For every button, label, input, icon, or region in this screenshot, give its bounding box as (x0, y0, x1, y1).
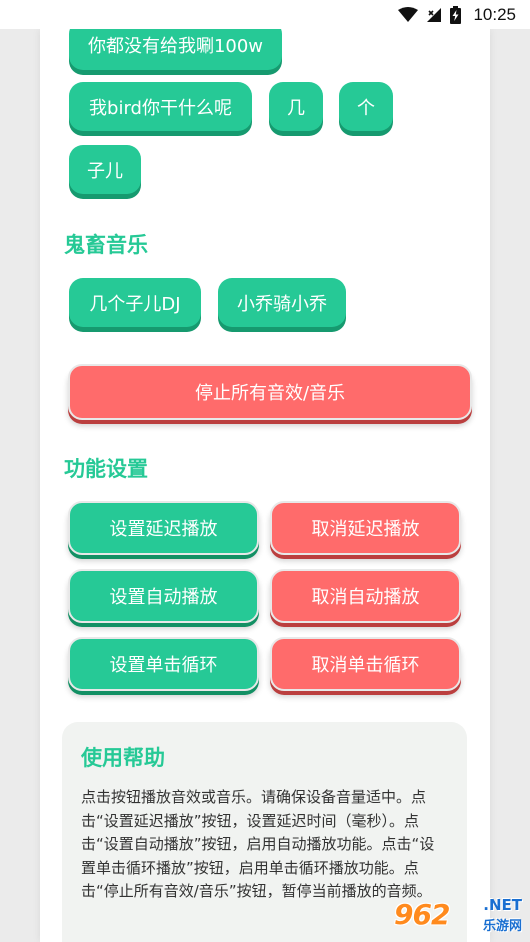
wifi-icon (398, 6, 419, 22)
sound-button-2[interactable]: 我bird你干什么呢 (69, 82, 252, 131)
cancel-auto-button[interactable]: 取消自动播放 (270, 569, 461, 623)
signal-icon (427, 7, 442, 22)
battery-icon (450, 5, 462, 24)
set-auto-button[interactable]: 设置自动播放 (68, 569, 259, 623)
site-watermark: 962 .NET 乐游网 (394, 896, 522, 936)
section-title-settings: 功能设置 (64, 457, 148, 481)
help-text: 点击按钮播放音效或音乐。请确保设备音量适中。点击“设置延迟播放”按钮，设置延迟时… (81, 788, 435, 900)
section-title-ghost-music: 鬼畜音乐 (64, 233, 148, 257)
sound-button-4[interactable]: 个 (339, 82, 393, 131)
main-panel[interactable]: 你都没有给我唰100w 我bird你干什么呢 几 个 子儿 鬼畜音乐 几个子儿D… (40, 29, 490, 942)
status-icons: 10:25 (398, 0, 516, 29)
status-bar: 10:25 (0, 0, 530, 29)
watermark-logo: 962 (394, 898, 450, 931)
sound-button-3[interactable]: 几 (269, 82, 323, 131)
sound-button-1[interactable]: 你都没有给我唰100w (69, 29, 282, 70)
help-title: 使用帮助 (81, 746, 165, 770)
cancel-delay-button[interactable]: 取消延迟播放 (270, 501, 461, 555)
set-loop-button[interactable]: 设置单击循环 (68, 637, 259, 691)
clock: 10:25 (473, 4, 516, 24)
watermark-domain: .NET (483, 896, 522, 914)
set-delay-button[interactable]: 设置延迟播放 (68, 501, 259, 555)
watermark-sub: 乐游网 (482, 919, 522, 934)
sound-button-5[interactable]: 子儿 (69, 145, 141, 194)
cancel-loop-button[interactable]: 取消单击循环 (270, 637, 461, 691)
music-button-xiaoqiao[interactable]: 小乔骑小乔 (218, 278, 346, 327)
stop-all-button[interactable]: 停止所有音效/音乐 (68, 364, 472, 420)
music-button-dj[interactable]: 几个子儿DJ (69, 278, 201, 327)
